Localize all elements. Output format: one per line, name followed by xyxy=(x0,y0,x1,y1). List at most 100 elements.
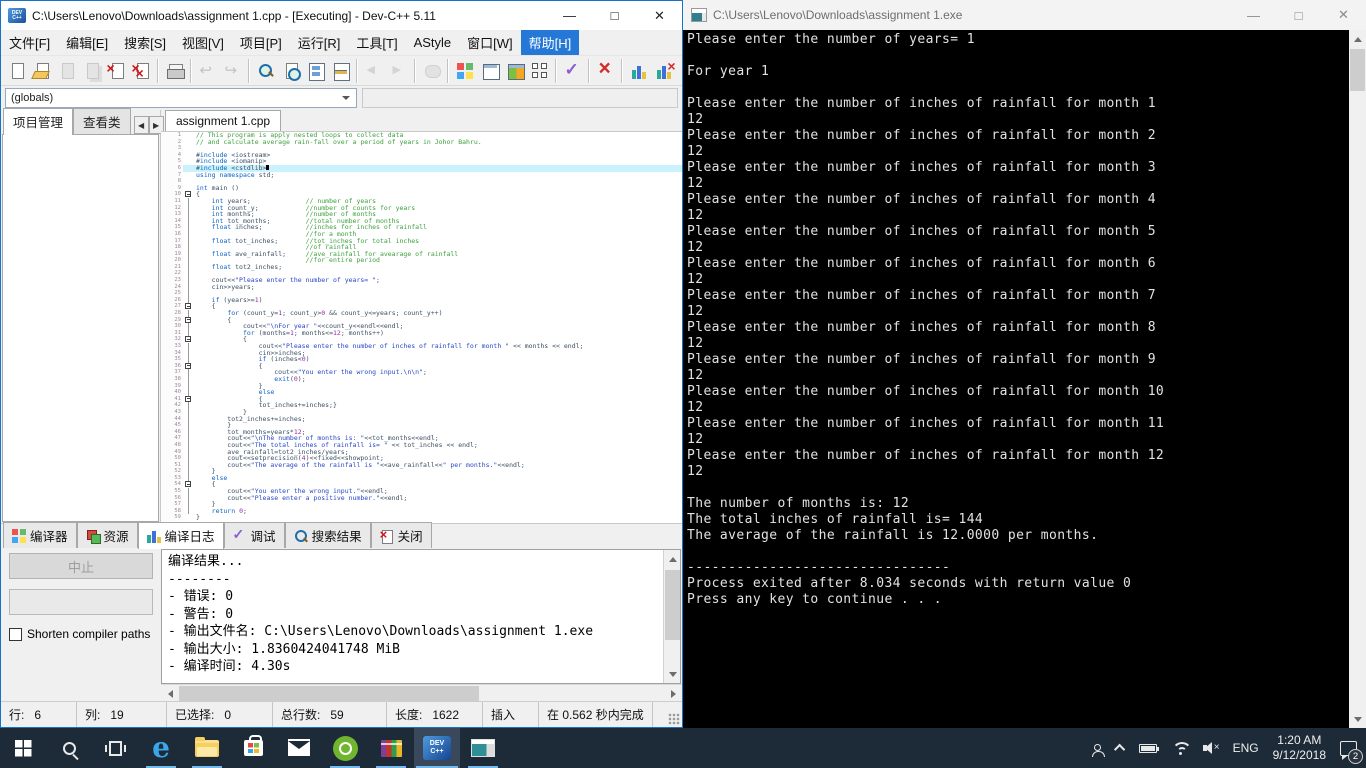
globals-dropdown[interactable]: (globals) xyxy=(5,88,357,108)
wifi-icon[interactable] xyxy=(1164,728,1196,768)
fold-marker-icon[interactable] xyxy=(185,191,191,197)
code-line[interactable]: 44 tot2_inches+=inches; xyxy=(161,416,682,423)
minimize-button[interactable]: — xyxy=(547,1,592,30)
abort-compile-button[interactable] xyxy=(593,58,618,84)
taskbar-green-app[interactable] xyxy=(322,728,368,768)
taskbar-mail[interactable] xyxy=(276,728,322,768)
code-line[interactable]: 26 if (years>=1) xyxy=(161,297,682,304)
menu-tools[interactable]: 工具[T] xyxy=(348,30,405,55)
profile-button[interactable] xyxy=(626,58,651,84)
taskbar-edge[interactable]: e xyxy=(138,728,184,768)
code-line[interactable]: 56 cout<<"Please enter a positive number… xyxy=(161,495,682,502)
fold-marker-icon[interactable] xyxy=(185,317,191,323)
menu-run[interactable]: 运行[R] xyxy=(290,30,349,55)
console-titlebar[interactable]: C:\Users\Lenovo\Downloads\assignment 1.e… xyxy=(683,0,1366,30)
code-line[interactable]: 28 for (count_y=1; count_y>0 && count_y<… xyxy=(161,310,682,317)
find-in-files-button[interactable] xyxy=(278,58,303,84)
code-line[interactable]: 2// and calculate average rain-fall over… xyxy=(161,139,682,146)
compile-log-scrollbar[interactable] xyxy=(663,550,680,683)
bottom-tab-search-results[interactable]: 搜索结果 xyxy=(285,522,371,548)
sidebar-tab-class-viewer[interactable]: 查看类 xyxy=(73,108,131,134)
scroll-down-icon[interactable] xyxy=(1349,711,1366,728)
taskbar-start[interactable] xyxy=(0,728,46,768)
members-dropdown[interactable] xyxy=(362,88,678,108)
taskbar-store[interactable] xyxy=(230,728,276,768)
editor-tab[interactable]: assignment 1.cpp xyxy=(165,110,281,131)
taskbar-devcpp[interactable]: DEVC++ xyxy=(414,728,460,768)
menu-edit[interactable]: 编辑[E] xyxy=(58,30,116,55)
taskbar-search[interactable] xyxy=(46,728,92,768)
console-maximize-button[interactable]: □ xyxy=(1276,0,1321,30)
clock[interactable]: 1:20 AM 9/12/2018 xyxy=(1266,728,1333,768)
menu-search[interactable]: 搜索[S] xyxy=(116,30,174,55)
console-minimize-button[interactable]: — xyxy=(1231,0,1276,30)
menu-help[interactable]: 帮助[H] xyxy=(521,30,580,55)
code-line[interactable]: 59} xyxy=(161,514,682,521)
rebuild-all-button[interactable] xyxy=(527,58,552,84)
menu-astyle[interactable]: AStyle xyxy=(406,32,460,53)
scrollbar-thumb[interactable] xyxy=(179,686,479,701)
menu-window[interactable]: 窗口[W] xyxy=(459,30,521,55)
console-scrollbar[interactable] xyxy=(1349,30,1366,728)
scrollbar-thumb[interactable] xyxy=(665,570,680,640)
find-button[interactable] xyxy=(253,58,278,84)
menu-file[interactable]: 文件[F] xyxy=(1,30,58,55)
bottom-tab-debug[interactable]: 调试 xyxy=(224,522,285,548)
bottom-tab-close[interactable]: 关闭 xyxy=(371,522,432,548)
resize-grip[interactable] xyxy=(668,713,680,725)
close-file-button[interactable] xyxy=(104,58,129,84)
fold-marker-icon[interactable] xyxy=(185,303,191,309)
fold-marker-icon[interactable] xyxy=(185,336,191,342)
code-line[interactable]: 58 return 0; xyxy=(161,508,682,515)
open-file-button[interactable] xyxy=(29,58,54,84)
code-line[interactable]: 51 cout<<"The average of the rainfall is… xyxy=(161,462,682,469)
code-line[interactable]: 24 cin>>years; xyxy=(161,284,682,291)
syntax-check-button[interactable] xyxy=(560,58,585,84)
devcpp-titlebar[interactable]: DEVC++ C:\Users\Lenovo\Downloads\assignm… xyxy=(1,1,682,30)
fold-marker-icon[interactable] xyxy=(185,481,191,487)
code-line[interactable]: 21 float tot2_inches; xyxy=(161,264,682,271)
sidebar-tab-project-manager[interactable]: 项目管理 xyxy=(3,108,73,135)
close-button[interactable]: ✕ xyxy=(637,1,682,30)
code-line[interactable]: 9int main () xyxy=(161,185,682,192)
action-center-icon[interactable]: 2 xyxy=(1333,728,1364,768)
compile-run-button[interactable] xyxy=(502,58,527,84)
console-output[interactable]: Please enter the number of years= 1 For … xyxy=(683,30,1349,728)
print-button[interactable] xyxy=(162,58,187,84)
compile-button[interactable] xyxy=(452,58,477,84)
scroll-right-icon[interactable] xyxy=(665,685,682,702)
bottom-tab-compiler[interactable]: 编译器 xyxy=(3,522,77,548)
taskbar-task-view[interactable] xyxy=(92,728,138,768)
run-button[interactable] xyxy=(477,58,502,84)
fold-marker-icon[interactable] xyxy=(185,396,191,402)
delete-profiling-button[interactable] xyxy=(651,58,676,84)
volume-muted-icon[interactable]: × xyxy=(1196,728,1226,768)
code-line[interactable]: 52 } xyxy=(161,468,682,475)
taskbar-file-explorer[interactable] xyxy=(184,728,230,768)
maximize-button[interactable]: □ xyxy=(592,1,637,30)
new-file-button[interactable] xyxy=(4,58,29,84)
split-view-button[interactable] xyxy=(303,58,328,84)
shorten-paths-checkbox[interactable] xyxy=(9,628,22,641)
language-indicator[interactable]: ENG xyxy=(1226,728,1266,768)
code-area[interactable]: 1// This program is apply nested loops t… xyxy=(161,132,682,523)
close-all-button[interactable] xyxy=(129,58,154,84)
fold-marker-icon[interactable] xyxy=(185,363,191,369)
horizontal-scrollbar[interactable] xyxy=(161,684,682,701)
code-line[interactable]: 8 xyxy=(161,178,682,185)
taskbar-winrar[interactable] xyxy=(368,728,414,768)
code-line[interactable]: 7using namespace std; xyxy=(161,172,682,179)
menu-view[interactable]: 视图[V] xyxy=(174,30,232,55)
code-line[interactable]: 53 else xyxy=(161,475,682,482)
chevron-up-icon[interactable] xyxy=(1110,728,1132,768)
scroll-up-icon[interactable] xyxy=(664,550,681,567)
project-tree-panel[interactable] xyxy=(2,134,159,522)
tab-scroll-left-icon[interactable]: ◀ xyxy=(134,116,149,134)
split-view-2-button[interactable] xyxy=(328,58,353,84)
console-close-button[interactable]: ✕ xyxy=(1321,0,1366,30)
battery-icon[interactable] xyxy=(1132,728,1164,768)
menu-project[interactable]: 项目[P] xyxy=(232,30,290,55)
scroll-left-icon[interactable] xyxy=(161,685,178,702)
scroll-down-icon[interactable] xyxy=(664,666,681,683)
scroll-up-icon[interactable] xyxy=(1349,30,1366,47)
